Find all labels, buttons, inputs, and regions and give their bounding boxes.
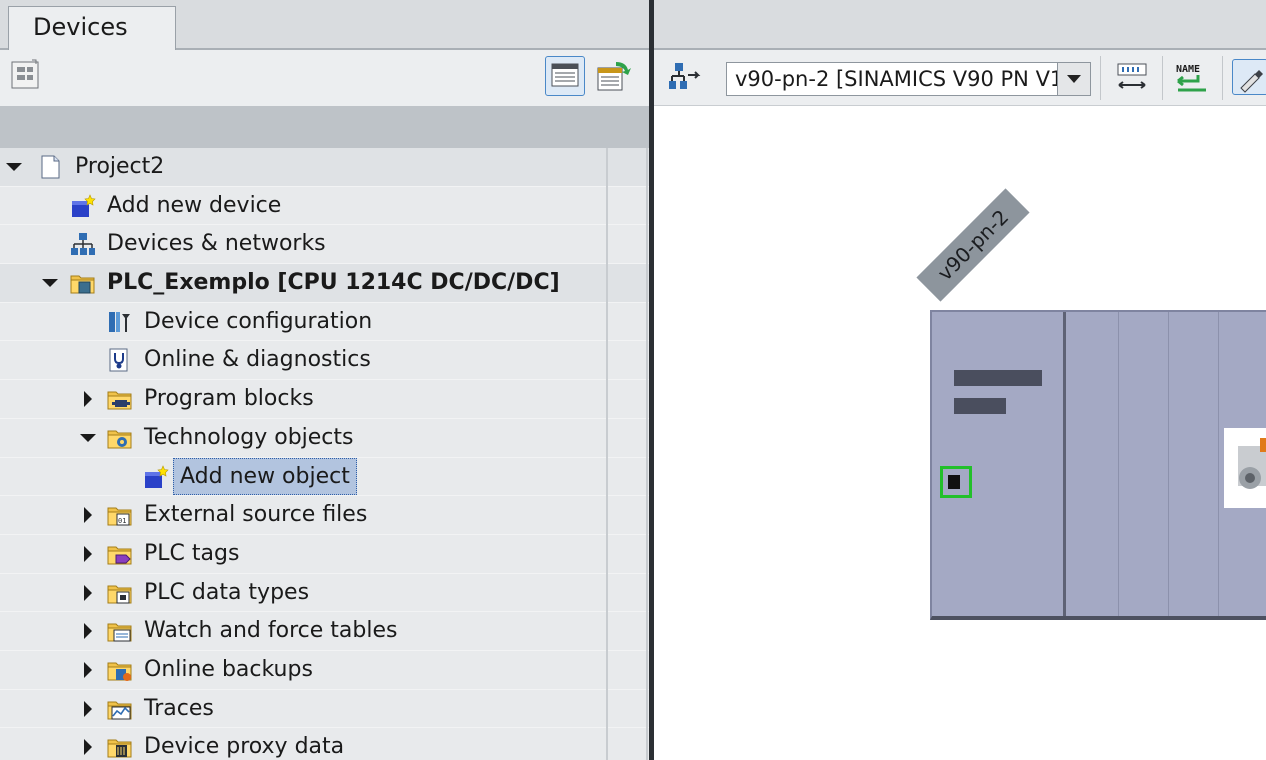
tree-item-label: Add new device xyxy=(107,192,282,218)
external-source-icon: 01 xyxy=(107,503,133,527)
project-tree-toolbar xyxy=(0,50,649,106)
chevron-down-icon[interactable] xyxy=(80,419,96,456)
online-backups-icon xyxy=(107,658,133,682)
toolbar-separator xyxy=(1100,56,1101,100)
device-proxy-icon xyxy=(107,735,133,759)
toolbar-separator xyxy=(1162,56,1163,100)
chevron-right-icon[interactable] xyxy=(80,690,96,727)
tree-item[interactable]: PLC tags xyxy=(0,535,649,574)
tree-column-header xyxy=(0,106,649,148)
show-module-icon[interactable] xyxy=(1114,59,1150,95)
module-marker xyxy=(954,398,1006,414)
tree-item[interactable]: Online backups xyxy=(0,651,649,690)
tree-item-label: Watch and force tables xyxy=(144,618,398,644)
chevron-right-icon[interactable] xyxy=(80,612,96,649)
tree-item-label: Traces xyxy=(144,695,214,721)
technology-objects-icon xyxy=(107,426,133,450)
tree-item-label: Devices & networks xyxy=(107,231,326,257)
tree-item[interactable]: Technology objects xyxy=(0,419,649,458)
svg-text:01: 01 xyxy=(118,517,126,525)
diagnostics-icon xyxy=(107,348,133,372)
rack-head-module[interactable] xyxy=(932,312,1066,616)
tree-item[interactable]: Device proxy data xyxy=(0,728,649,760)
module-marker xyxy=(954,370,1042,386)
network-icon xyxy=(70,232,96,256)
tree-item-label: Device configuration xyxy=(144,308,373,334)
tree-item[interactable]: Device configuration xyxy=(0,303,649,342)
slot-divider xyxy=(1218,312,1219,616)
traces-icon xyxy=(107,697,133,721)
device-name-label[interactable]: v90-pn-2 xyxy=(916,188,1030,302)
watch-tables-icon xyxy=(107,619,133,643)
tree-item-label: Online & diagnostics xyxy=(144,347,371,373)
plc-folder-icon xyxy=(70,271,96,295)
export-table-icon[interactable] xyxy=(594,56,634,96)
program-blocks-icon xyxy=(107,387,133,411)
add-object-icon xyxy=(143,464,169,489)
network-view-icon[interactable] xyxy=(666,59,702,95)
chevron-down-icon[interactable] xyxy=(42,264,58,301)
tree-item-label: External source files xyxy=(144,502,368,528)
tree-item-label: Project2 xyxy=(75,154,165,179)
svg-text:NAME: NAME xyxy=(1176,64,1200,75)
tree-item[interactable]: Traces xyxy=(0,690,649,729)
project-tree-pane: Devices Project2 Add new device Devices … xyxy=(0,0,649,760)
plc-data-types-icon xyxy=(107,581,133,605)
toolbar-separator xyxy=(1222,56,1223,100)
project-tree: Project2 Add new device Devices & networks… xyxy=(0,148,649,760)
name-icon[interactable]: NAME xyxy=(1174,59,1210,95)
properties-icon[interactable] xyxy=(8,56,48,96)
tree-item[interactable]: PLC_Exemplo [CPU 1214C DC/DC/DC] xyxy=(0,264,649,303)
column-divider[interactable] xyxy=(646,148,648,760)
tree-item-label: Online backups xyxy=(144,656,313,682)
column-divider[interactable] xyxy=(606,148,608,760)
chevron-right-icon[interactable] xyxy=(80,496,96,533)
tree-item[interactable]: Program blocks xyxy=(0,380,649,419)
tree-item[interactable]: 01 External source files xyxy=(0,496,649,535)
plc-tags-icon xyxy=(107,542,133,566)
chevron-right-icon[interactable] xyxy=(80,574,96,611)
add-device-icon xyxy=(70,193,96,218)
slot-divider xyxy=(1118,312,1119,616)
tab-devices[interactable]: Devices xyxy=(8,6,176,50)
device-dropdown-value: v90-pn-2 [SINAMICS V90 PN V1 xyxy=(735,67,1064,91)
tree-item[interactable]: Online & diagnostics xyxy=(0,341,649,381)
device-config-icon xyxy=(107,310,133,334)
chevron-right-icon[interactable] xyxy=(80,535,96,572)
tree-item-label: PLC data types xyxy=(144,579,310,605)
tree-item-label: PLC tags xyxy=(144,540,240,566)
project-icon xyxy=(38,155,64,179)
tree-item[interactable]: PLC data types xyxy=(0,574,649,613)
device-dropdown[interactable]: v90-pn-2 [SINAMICS V90 PN V1 xyxy=(726,62,1091,96)
overview-view-button[interactable] xyxy=(545,56,585,96)
tree-item[interactable]: Add new object xyxy=(0,457,649,497)
tree-item-label: Program blocks xyxy=(144,386,314,412)
tree-item[interactable]: Watch and force tables xyxy=(0,612,649,651)
tab-strip: Devices xyxy=(0,0,649,50)
tree-item-label: PLC_Exemplo [CPU 1214C DC/DC/DC] xyxy=(107,270,560,296)
chevron-right-icon[interactable] xyxy=(80,380,96,417)
editor-tab-bar xyxy=(654,0,1266,50)
chevron-down-icon[interactable] xyxy=(6,148,22,185)
device-rack[interactable] xyxy=(930,310,1266,620)
slot-divider xyxy=(1168,312,1169,616)
tree-item[interactable]: Add new device xyxy=(0,187,649,226)
motor-image xyxy=(1224,428,1266,508)
tree-item[interactable]: Project2 xyxy=(0,148,649,187)
tree-item-label: Device proxy data xyxy=(144,734,345,760)
tree-item-label: Add new object xyxy=(173,457,357,495)
chevron-right-icon[interactable] xyxy=(80,651,96,688)
device-view-pane: v90-pn-2 [SINAMICS V90 PN V1 NAME v90-pn… xyxy=(654,0,1266,760)
chevron-down-icon[interactable] xyxy=(1057,63,1090,95)
draw-connection-icon[interactable] xyxy=(1232,59,1266,95)
device-view-toolbar: v90-pn-2 [SINAMICS V90 PN V1 NAME xyxy=(654,50,1266,106)
chevron-right-icon[interactable] xyxy=(80,728,96,760)
profinet-port-icon[interactable] xyxy=(940,466,972,498)
tree-item-label: Technology objects xyxy=(144,424,354,450)
tree-item[interactable]: Devices & networks xyxy=(0,225,649,265)
